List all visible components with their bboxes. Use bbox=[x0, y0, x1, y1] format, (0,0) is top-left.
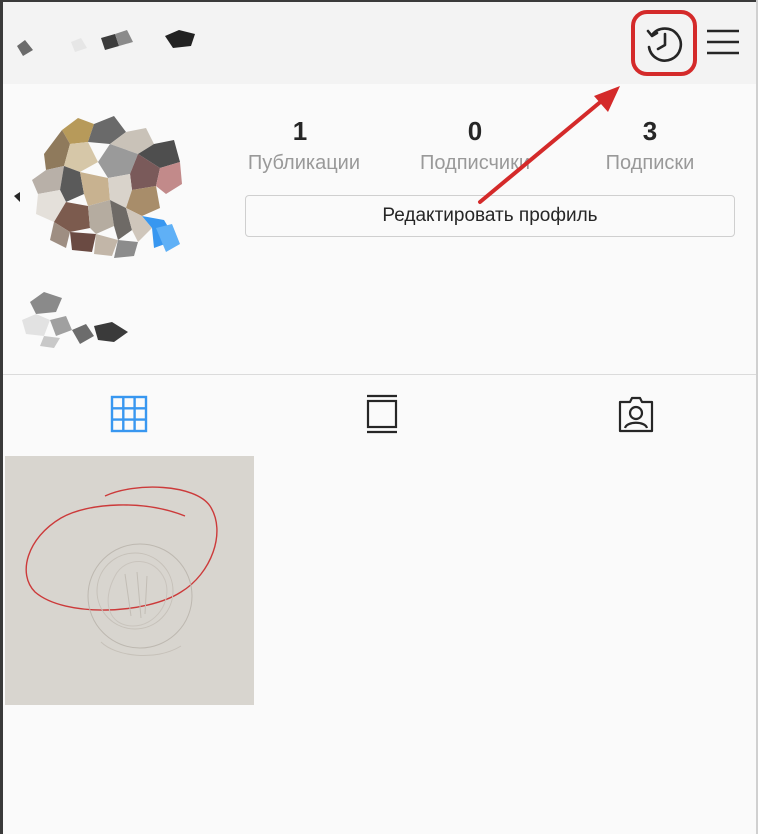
following-count: 3 bbox=[642, 116, 658, 146]
following-label: Подписки bbox=[605, 152, 695, 174]
following-stat[interactable]: 3 Подписки bbox=[595, 114, 705, 178]
posts-stat[interactable]: 1 Публикации bbox=[240, 114, 360, 178]
tagged-person-icon bbox=[618, 396, 654, 433]
post-sketch-image bbox=[25, 486, 218, 657]
edit-profile-button[interactable]: Редактировать профиль bbox=[245, 195, 735, 237]
posts-count: 1 bbox=[292, 116, 308, 146]
history-button[interactable] bbox=[631, 10, 697, 76]
window-border-left bbox=[0, 0, 3, 834]
tab-tagged[interactable] bbox=[614, 392, 658, 436]
grid-icon bbox=[110, 395, 148, 433]
tab-grid[interactable] bbox=[107, 392, 151, 436]
username-pixelated bbox=[17, 30, 195, 56]
history-icon bbox=[646, 27, 683, 62]
tab-feed[interactable] bbox=[360, 392, 404, 436]
top-bar bbox=[3, 2, 756, 84]
window-border-top bbox=[0, 0, 758, 2]
followers-label: Подписчики bbox=[419, 152, 531, 174]
post-thumbnail[interactable] bbox=[5, 456, 254, 705]
feed-icon bbox=[366, 394, 398, 434]
avatar[interactable] bbox=[14, 110, 189, 260]
posts-label: Публикации bbox=[247, 152, 360, 174]
section-divider bbox=[3, 374, 756, 375]
hamburger-menu-icon bbox=[707, 29, 739, 55]
display-name-pixelated bbox=[22, 292, 128, 348]
profile-screen: 1 Публикации 0 Подписчики 3 Подписки Ред… bbox=[0, 0, 758, 834]
followers-stat[interactable]: 0 Подписчики bbox=[410, 114, 540, 178]
followers-count: 0 bbox=[467, 116, 483, 146]
menu-button[interactable] bbox=[705, 24, 741, 60]
